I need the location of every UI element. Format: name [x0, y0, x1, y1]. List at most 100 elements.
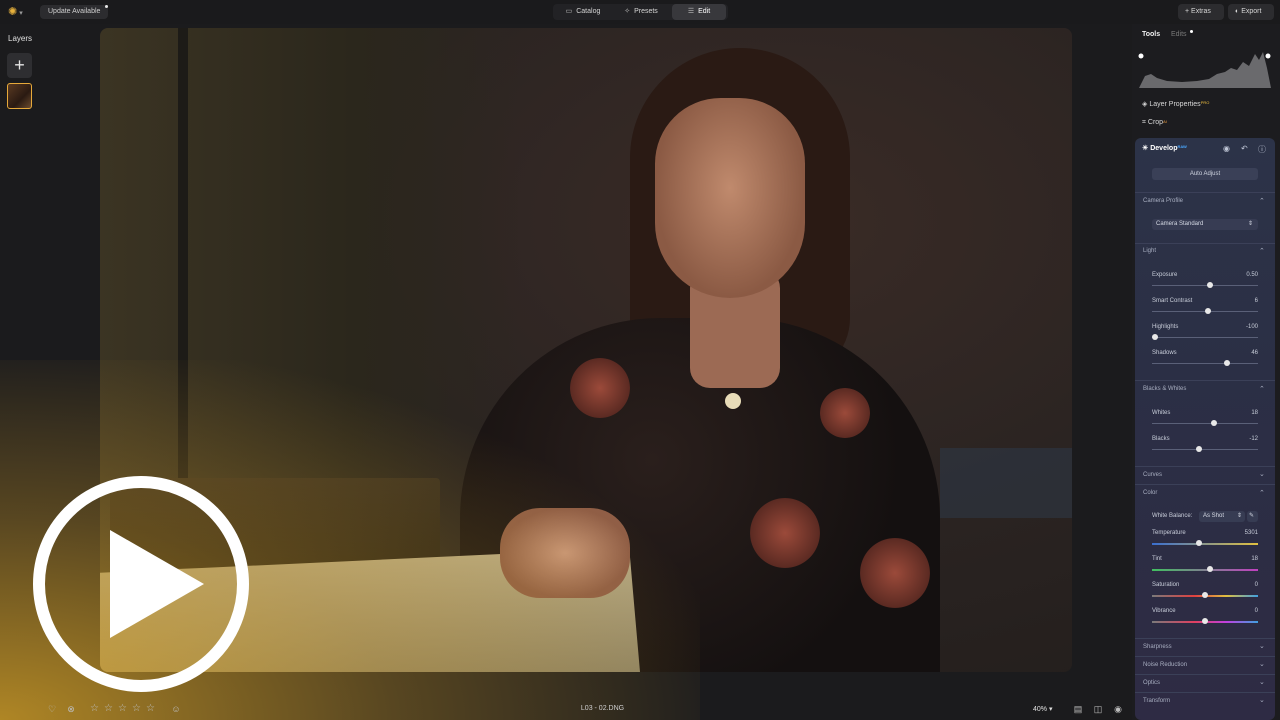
highlights-value[interactable]: -100 — [1220, 324, 1258, 330]
star-4-icon[interactable]: ☆ — [132, 703, 141, 714]
optics-section[interactable]: Optics — [1143, 680, 1160, 686]
eye-icon[interactable]: ◉ — [1223, 144, 1230, 153]
file-name: L03 - 02.DNG — [580, 705, 625, 712]
highlights-knob[interactable] — [1152, 334, 1158, 340]
auto-adjust-button[interactable]: Auto Adjust — [1152, 168, 1258, 180]
chevron-updown-icon: ⇕ — [1236, 513, 1242, 519]
tab-catalog[interactable]: ▭ Catalog — [555, 4, 611, 20]
heart-icon[interactable]: ♡ — [47, 704, 57, 714]
star-5-icon[interactable]: ☆ — [146, 703, 155, 714]
eyedropper-icon: ✎ — [1249, 513, 1255, 519]
layer-thumbnail[interactable] — [7, 83, 32, 109]
sharpness-section[interactable]: Sharpness — [1143, 644, 1172, 650]
whites-value[interactable]: 18 — [1220, 410, 1258, 416]
shadows-slider[interactable] — [1152, 363, 1258, 364]
shadows-knob[interactable] — [1224, 360, 1230, 366]
chevron-up-icon[interactable]: ⌃ — [1259, 247, 1265, 255]
undo-icon[interactable]: ↶ — [1241, 144, 1248, 153]
exposure-knob[interactable] — [1207, 282, 1213, 288]
chevron-up-icon[interactable]: ⌃ — [1259, 489, 1265, 497]
black-clip-handle — [1138, 53, 1144, 59]
star-1-icon[interactable]: ☆ — [90, 703, 99, 714]
temperature-slider[interactable] — [1152, 543, 1258, 545]
layer-properties-row[interactable]: ◈ Layer PropertiesPRO — [1142, 100, 1209, 108]
transform-section[interactable]: Transform — [1143, 698, 1170, 704]
color-section[interactable]: Color — [1143, 490, 1157, 496]
chevron-up-icon[interactable]: ⌃ — [1259, 197, 1265, 205]
blacks-slider[interactable] — [1152, 449, 1258, 450]
mode-tabs: ▭ Catalog ✧ Presets ☰ Edit — [553, 4, 728, 20]
chevron-up-icon[interactable]: ⌃ — [1259, 385, 1265, 393]
update-available-button[interactable]: Update Available — [40, 5, 109, 19]
vibrance-value[interactable]: 0 — [1220, 608, 1258, 614]
eyedropper-button[interactable]: ✎ — [1247, 511, 1258, 522]
smart-contrast-label: Smart Contrast — [1152, 298, 1193, 304]
light-section[interactable]: Light — [1143, 248, 1156, 254]
camera-profile-section[interactable]: Camera Profile — [1143, 198, 1183, 204]
moon-pendant — [725, 393, 741, 409]
export-button[interactable]: ◐ Export — [1228, 4, 1274, 20]
whites-knob[interactable] — [1211, 420, 1217, 426]
emoji-icon[interactable]: ☺ — [171, 704, 181, 714]
saturation-knob[interactable] — [1202, 592, 1208, 598]
star-2-icon[interactable]: ☆ — [104, 703, 113, 714]
chevron-down-icon[interactable]: ⌄ — [1259, 696, 1265, 704]
shadows-label: Shadows — [1152, 350, 1177, 356]
camera-profile-select[interactable]: Camera Standard ⇕ — [1152, 219, 1258, 230]
eye-icon[interactable]: ◉ — [1113, 704, 1123, 714]
info-icon[interactable]: ⓘ — [1258, 144, 1266, 155]
chevron-down-icon[interactable]: ⌄ — [1259, 660, 1265, 668]
blacks-label: Blacks — [1152, 436, 1170, 442]
blacks-knob[interactable] — [1196, 446, 1202, 452]
develop-header[interactable]: ☀ DevelopRAW — [1142, 144, 1187, 152]
tab-edits[interactable]: Edits — [1171, 31, 1187, 38]
smart-contrast-knob[interactable] — [1205, 308, 1211, 314]
blacks-whites-section[interactable]: Blacks & Whites — [1143, 386, 1186, 392]
white-balance-select[interactable]: As Shot ⇕ — [1199, 511, 1245, 522]
curves-section[interactable]: Curves — [1143, 472, 1162, 478]
tint-slider[interactable] — [1152, 569, 1258, 571]
highlights-slider[interactable] — [1152, 337, 1258, 338]
extras-button[interactable]: + Extras — [1178, 4, 1224, 20]
noise-reduction-section[interactable]: Noise Reduction — [1143, 662, 1187, 668]
sun-logo-icon: ✺ — [8, 6, 18, 18]
add-layer-button[interactable]: + — [7, 53, 32, 78]
notification-dot — [105, 5, 108, 8]
tab-presets[interactable]: ✧ Presets — [613, 4, 669, 20]
temperature-value[interactable]: 5301 — [1220, 530, 1258, 536]
compare-icon[interactable]: ◫ — [1093, 704, 1103, 714]
smart-contrast-value[interactable]: 6 — [1220, 298, 1258, 304]
chevron-down-icon[interactable]: ⌄ — [1259, 642, 1265, 650]
subject-hands — [500, 508, 630, 598]
vibrance-knob[interactable] — [1202, 618, 1208, 624]
tab-edit[interactable]: ☰ Edit — [672, 4, 726, 20]
exposure-slider[interactable] — [1152, 285, 1258, 286]
app-menu-button[interactable]: ✺ ▾ — [8, 4, 34, 20]
whites-slider[interactable] — [1152, 423, 1258, 424]
vibrance-label: Vibrance — [1152, 608, 1176, 614]
layers-title: Layers — [8, 34, 33, 43]
exposure-value[interactable]: 0.50 — [1220, 272, 1258, 278]
blacks-value[interactable]: -12 — [1220, 436, 1258, 442]
histogram — [1138, 52, 1271, 88]
chevron-updown-icon: ⇕ — [1247, 221, 1253, 227]
exposure-label: Exposure — [1152, 272, 1178, 278]
tab-tools[interactable]: Tools — [1142, 31, 1160, 38]
subject-face — [655, 98, 805, 298]
temperature-knob[interactable] — [1196, 540, 1202, 546]
tint-value[interactable]: 18 — [1220, 556, 1258, 562]
chevron-down-icon[interactable]: ⌄ — [1259, 678, 1265, 686]
temperature-label: Temperature — [1152, 530, 1186, 536]
filmstrip-icon[interactable]: ▤ — [1073, 704, 1083, 714]
reject-icon[interactable]: ⊗ — [66, 704, 76, 714]
shadows-value[interactable]: 46 — [1220, 350, 1258, 356]
saturation-value[interactable]: 0 — [1220, 582, 1258, 588]
crop-row[interactable]: ⌗ CropAI — [1142, 119, 1167, 127]
whites-label: Whites — [1152, 410, 1171, 416]
tint-knob[interactable] — [1207, 566, 1213, 572]
folder-icon: ▭ — [565, 8, 573, 15]
star-3-icon[interactable]: ☆ — [118, 703, 127, 714]
sparkle-icon: ✧ — [624, 8, 631, 15]
zoom-dropdown[interactable]: 40% ▾ — [1033, 705, 1052, 713]
chevron-down-icon[interactable]: ⌄ — [1259, 470, 1265, 478]
